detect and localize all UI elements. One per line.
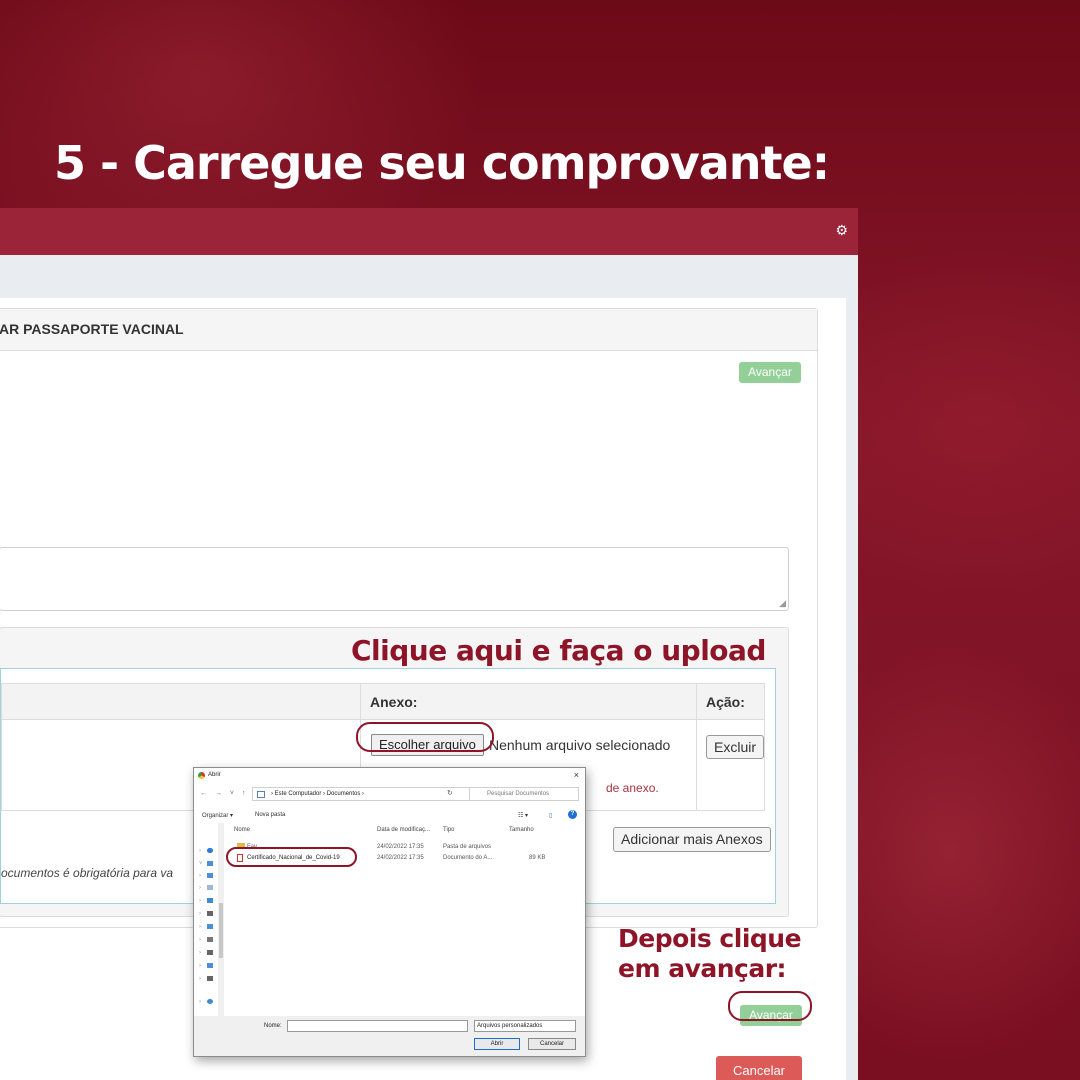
documents-icon <box>207 885 213 890</box>
new-folder-button[interactable]: Nova pasta <box>255 812 285 818</box>
column-divider <box>696 684 697 811</box>
dialog-toolbar: Organizar ▾ Nova pasta ☷ ▾ ▯ ? <box>194 808 585 822</box>
dialog-cancel-button[interactable]: Cancelar <box>528 1038 576 1050</box>
gear-icon[interactable]: ⚙ <box>835 222 848 239</box>
file-type: Documento do A... <box>443 855 493 861</box>
file-list-header: Nome Data de modificaç... Tipo Tamanho <box>234 827 574 839</box>
col-anexo: Anexo: <box>370 694 418 710</box>
organize-menu[interactable]: Organizar ▾ <box>202 812 233 819</box>
next-annotation-line2: em avançar: <box>618 954 787 983</box>
drive-icon <box>207 976 213 981</box>
preview-pane-icon[interactable]: ▯ <box>549 812 552 819</box>
page-headline: 5 - Carregue seu comprovante: <box>54 136 830 190</box>
file-type-select[interactable]: Arquivos personalizados <box>474 1020 576 1032</box>
chevron-right-icon[interactable]: › <box>199 873 201 879</box>
attachment-hint: de anexo. <box>606 781 659 795</box>
col-modified[interactable]: Data de modificaç... <box>377 827 430 833</box>
file-modified: 24/02/2022 17:35 <box>377 855 424 861</box>
upload-annotation: Clique aqui e faça o upload <box>351 634 766 667</box>
add-more-attachments-button[interactable]: Adicionar mais Anexos <box>613 827 771 852</box>
chevron-right-icon[interactable]: › <box>199 950 201 956</box>
col-type[interactable]: Tipo <box>443 827 454 833</box>
delete-attachment-button[interactable]: Excluir <box>706 735 765 759</box>
chevron-right-icon[interactable]: › <box>199 924 201 930</box>
certificate-highlight <box>226 847 357 867</box>
file-name-input[interactable] <box>287 1020 468 1032</box>
observation-textarea[interactable]: ◢ <box>0 547 789 611</box>
col-acao: Ação: <box>706 694 745 710</box>
next-annotation-line1: Depois clique <box>618 924 802 953</box>
computer-icon <box>207 861 213 866</box>
navigation-arrows-icon[interactable]: ← → ˅ ↑ <box>200 790 248 797</box>
close-icon[interactable]: × <box>574 770 579 780</box>
search-input[interactable]: Pesquisar Documentos <box>469 787 579 801</box>
chevron-right-icon[interactable]: › <box>199 885 201 891</box>
navigation-tree: › ˅ › › › › › › › › › › <box>194 823 224 1016</box>
view-options-icon[interactable]: ☷ ▾ <box>518 812 528 819</box>
drive-icon <box>207 963 213 968</box>
help-icon[interactable]: ? <box>568 810 577 819</box>
file-name-label: Nome: <box>264 1023 282 1029</box>
chevron-down-icon[interactable]: ˅ <box>199 861 203 867</box>
dialog-title: Abrir <box>208 772 221 778</box>
chevron-right-icon[interactable]: › <box>199 937 201 943</box>
file-size: 89 KB <box>529 855 546 861</box>
cloud-icon <box>207 848 213 853</box>
drive-icon <box>207 950 213 955</box>
file-modified: 24/02/2022 17:35 <box>377 844 424 850</box>
dialog-footer: Nome: Arquivos personalizados Abrir Canc… <box>194 1016 585 1056</box>
chrome-logo-icon <box>198 772 205 779</box>
attachments-table-header: Anexo: Ação: <box>2 684 764 720</box>
chevron-right-icon[interactable]: › <box>199 848 201 854</box>
desktop-icon <box>207 873 213 878</box>
address-bar[interactable]: › Este Computador › Documentos › <box>252 787 470 801</box>
app-topbar: ⚙ <box>0 208 858 255</box>
avancar-top-button[interactable]: Avançar <box>739 362 801 383</box>
videos-icon <box>207 937 213 942</box>
required-note: ocumentos é obrigatória para va <box>1 866 174 880</box>
choose-file-highlight <box>356 722 494 752</box>
refresh-icon[interactable]: ↻ <box>447 789 453 797</box>
chevron-right-icon[interactable]: › <box>199 911 201 917</box>
music-icon <box>207 911 213 916</box>
computer-icon <box>257 791 265 798</box>
cancel-button[interactable]: Cancelar <box>716 1056 802 1080</box>
resize-handle-icon[interactable]: ◢ <box>779 598 786 609</box>
breadcrumb: › Este Computador › Documentos › <box>271 791 365 797</box>
col-name[interactable]: Nome <box>234 827 250 833</box>
no-file-label: Nenhum arquivo selecionado <box>489 737 671 753</box>
chevron-right-icon[interactable]: › <box>199 963 201 969</box>
avancar-highlight <box>728 991 812 1021</box>
file-type: Pasta de arquivos <box>443 844 492 850</box>
tree-scrollbar-thumb[interactable] <box>219 903 223 958</box>
chevron-right-icon[interactable]: › <box>199 898 201 904</box>
open-button[interactable]: Abrir <box>474 1038 520 1050</box>
pictures-icon <box>207 924 213 929</box>
network-icon <box>207 999 213 1004</box>
section-title: AR PASSAPORTE VACINAL <box>0 309 817 351</box>
file-open-dialog: Abrir × ← → ˅ ↑ › Este Computador › Docu… <box>193 767 586 1057</box>
chevron-right-icon[interactable]: › <box>199 976 201 982</box>
chevron-right-icon[interactable]: › <box>199 999 201 1005</box>
col-size[interactable]: Tamanho <box>509 827 534 833</box>
downloads-icon <box>207 898 213 903</box>
